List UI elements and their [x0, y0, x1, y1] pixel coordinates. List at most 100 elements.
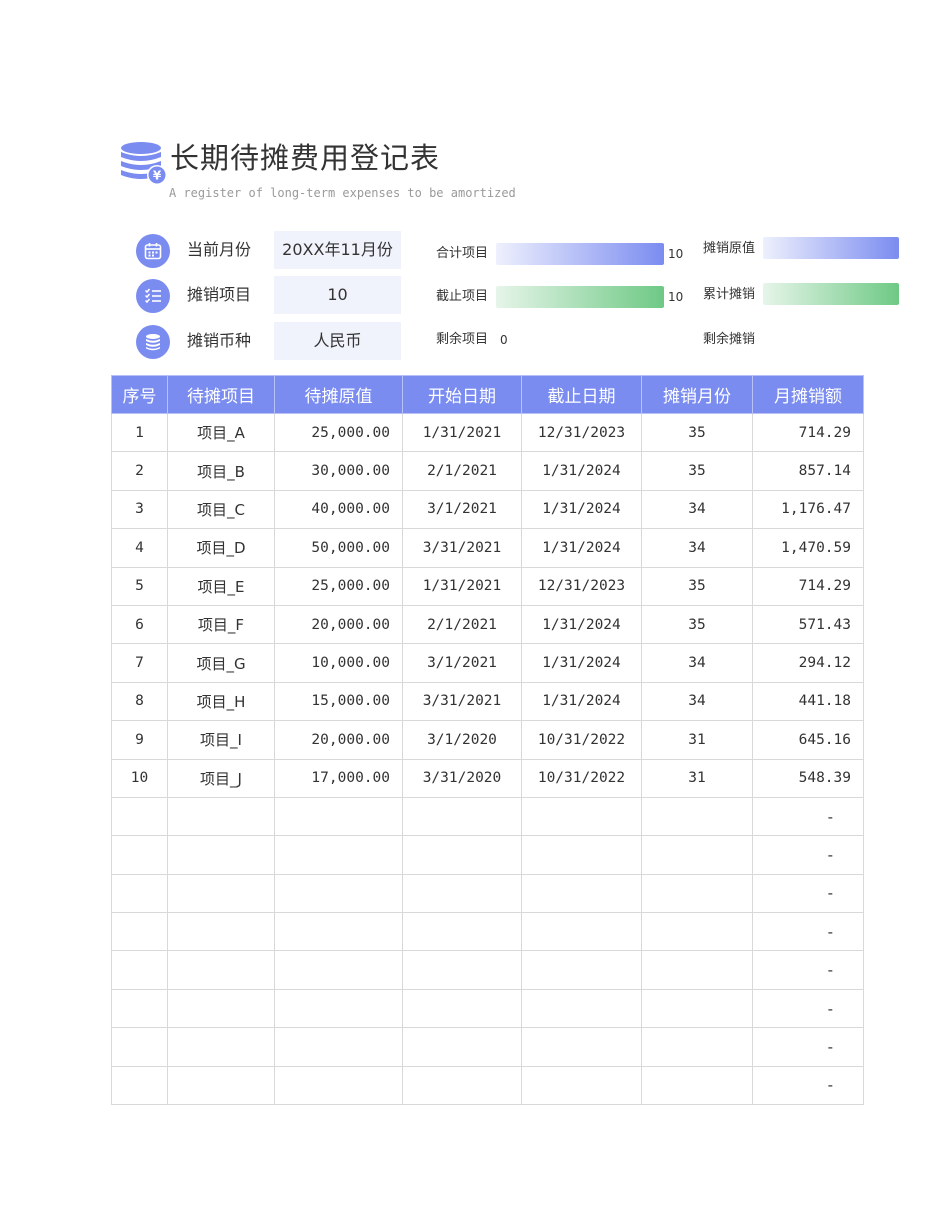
- table-cell: 5: [111, 566, 168, 606]
- page-subtitle: A register of long-term expenses to be a…: [169, 186, 516, 200]
- stat-label: 累计摊销: [703, 287, 756, 302]
- table-cell: [402, 950, 522, 990]
- table-cell: [111, 912, 168, 952]
- table-cell: [274, 988, 403, 1029]
- info-value: 人民币: [274, 322, 401, 360]
- info-value: 20XX年11月份: [274, 231, 401, 269]
- table-cell: 35: [641, 604, 753, 645]
- info-current-month: 当前月份 20XX年11月份: [136, 231, 406, 270]
- table-cell: 34: [641, 489, 753, 530]
- table-cell: [641, 835, 753, 875]
- table-cell: 3/31/2021: [402, 528, 522, 568]
- stat-label: 剩余项目: [436, 332, 489, 347]
- table-cell: [641, 950, 753, 990]
- info-label: 摊销项目: [187, 285, 252, 304]
- table-cell: 3/1/2021: [402, 489, 522, 530]
- table-cell: 项目_G: [167, 643, 275, 683]
- table-row: 4 项目_D 50,000.00 3/31/2021 1/31/2024 34 1,470.…: [111, 528, 864, 568]
- table-cell: 2: [111, 451, 168, 491]
- table-cell: 548.39: [752, 758, 864, 798]
- table-cell: 34: [641, 528, 753, 568]
- table-cell: [167, 835, 275, 875]
- table-row: -: [111, 1027, 864, 1067]
- info-label: 当前月份: [187, 240, 252, 259]
- table-cell: [641, 912, 753, 952]
- stat-label: 摊销原值: [703, 241, 756, 256]
- table-cell: 35: [641, 451, 753, 491]
- table-cell: [274, 835, 403, 875]
- column-header: 待摊项目: [167, 375, 275, 414]
- table-cell: 1,470.59: [752, 528, 864, 568]
- stat-label: 剩余摊销: [703, 332, 756, 347]
- table-cell: [167, 796, 275, 837]
- table-row: 7 项目_G 10,000.00 3/1/2021 1/31/2024 34 294.12: [111, 643, 864, 683]
- stat-bar: [496, 243, 664, 265]
- calendar-icon: [136, 234, 170, 268]
- table-cell: [274, 796, 403, 837]
- register-table: 序号 待摊项目 待摊原值 开始日期 截止日期 摊销月份 月摊销额 1 项目_A 25…: [111, 375, 864, 1106]
- checklist-icon: [136, 279, 170, 313]
- table-cell: [402, 873, 522, 914]
- table-cell: [402, 1027, 522, 1067]
- table-cell: 31: [641, 758, 753, 798]
- table-cell: 714.29: [752, 566, 864, 606]
- stat-ended-items: 截止项目 10: [436, 284, 696, 310]
- table-row: 1 项目_A 25,000.00 1/31/2021 12/31/2023 35 714.2…: [111, 412, 864, 453]
- stat-bar: [763, 237, 899, 259]
- table-cell: [641, 988, 753, 1029]
- table-row: -: [111, 873, 864, 914]
- table-row: 8 项目_H 15,000.00 3/31/2021 1/31/2024 34 441.18: [111, 681, 864, 722]
- stat-remaining-items: 剩余项目 0: [436, 327, 696, 353]
- table-cell: 3/1/2021: [402, 643, 522, 683]
- table-row: 10 项目_J 17,000.00 3/31/2020 10/31/2022 31 548.…: [111, 758, 864, 798]
- table-cell: -: [752, 950, 864, 990]
- table-cell: 857.14: [752, 451, 864, 491]
- table-cell: 10/31/2022: [521, 758, 642, 798]
- table-cell: [111, 1027, 168, 1067]
- table-cell: 12/31/2023: [521, 566, 642, 606]
- table-cell: 1/31/2024: [521, 489, 642, 530]
- table-cell: 8: [111, 681, 168, 722]
- stat-label: 截止项目: [436, 289, 489, 304]
- table-cell: 441.18: [752, 681, 864, 722]
- table-cell: [521, 873, 642, 914]
- info-amort-items: 摊销项目 10: [136, 276, 406, 315]
- table-cell: [402, 796, 522, 837]
- stat-label: 合计项目: [436, 246, 489, 261]
- table-cell: 2/1/2021: [402, 604, 522, 645]
- table-cell: [167, 1065, 275, 1106]
- table-cell: [402, 912, 522, 952]
- table-cell: 15,000.00: [274, 681, 403, 722]
- table-cell: 2/1/2021: [402, 451, 522, 491]
- table-cell: 35: [641, 412, 753, 453]
- table-cell: [641, 1027, 753, 1067]
- stat-value: 0: [500, 333, 508, 347]
- table-cell: 25,000.00: [274, 566, 403, 606]
- table-header-row: 序号 待摊项目 待摊原值 开始日期 截止日期 摊销月份 月摊销额: [111, 375, 864, 414]
- info-currency: 摊销币种 人民币: [136, 322, 406, 361]
- table-row: 9 项目_I 20,000.00 3/1/2020 10/31/2022 31 645.16: [111, 720, 864, 760]
- table-cell: [274, 873, 403, 914]
- table-cell: 项目_H: [167, 681, 275, 722]
- stat-value: 10: [668, 247, 684, 261]
- table-cell: 项目_C: [167, 489, 275, 530]
- table-cell: [402, 988, 522, 1029]
- table-cell: 3/31/2020: [402, 758, 522, 798]
- table-cell: [402, 835, 522, 875]
- table-cell: [111, 873, 168, 914]
- table-cell: 项目_D: [167, 528, 275, 568]
- table-cell: [111, 796, 168, 837]
- table-cell: [167, 912, 275, 952]
- table-cell: [521, 950, 642, 990]
- stat-remaining-amort: 剩余摊销: [703, 327, 903, 353]
- column-header: 开始日期: [402, 375, 522, 414]
- table-cell: 714.29: [752, 412, 864, 453]
- table-cell: [521, 912, 642, 952]
- table-cell: [274, 950, 403, 990]
- table-cell: -: [752, 912, 864, 952]
- table-cell: 1/31/2021: [402, 566, 522, 606]
- table-cell: [111, 950, 168, 990]
- table-cell: [521, 1027, 642, 1067]
- table-cell: [167, 988, 275, 1029]
- stat-original-value: 摊销原值: [703, 236, 903, 262]
